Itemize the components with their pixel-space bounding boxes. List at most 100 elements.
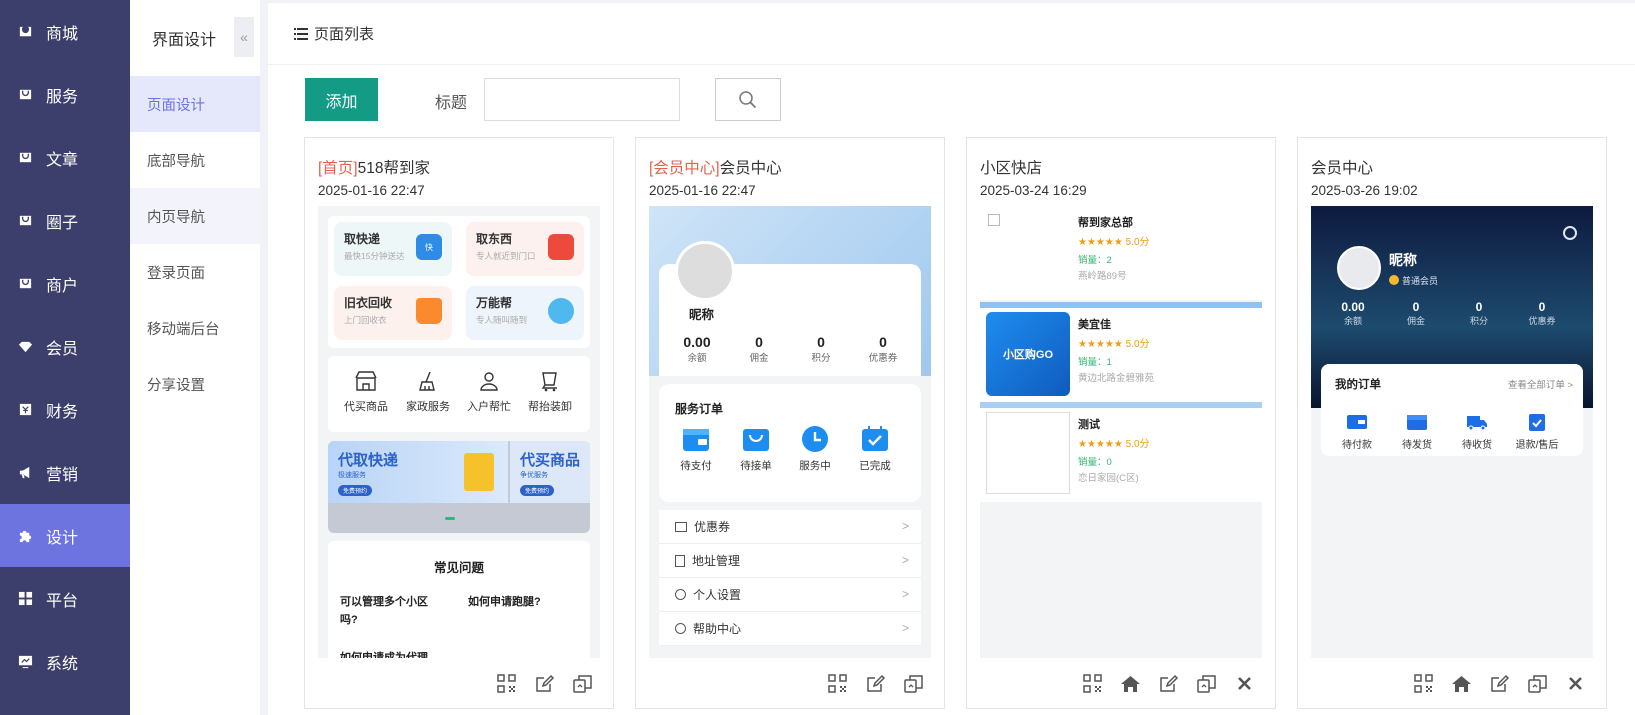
banner-btn: 免费预约 <box>338 485 373 496</box>
address-icon <box>675 554 685 567</box>
subnav-item-page-design[interactable]: 页面设计 <box>130 76 260 132</box>
sidebar-item-platform[interactable]: 平台 <box>0 567 130 630</box>
sidebar-item-label: 财务 <box>46 403 79 421</box>
edit-button[interactable] <box>865 673 886 694</box>
title-search-input[interactable] <box>484 78 680 121</box>
edit-button[interactable] <box>534 673 555 694</box>
avatar <box>675 241 735 301</box>
main-sidebar: 商城 服务 文章 圈子 商户 会员 财务 营销 设计 平台 系统 <box>0 0 130 715</box>
copy-button[interactable] <box>1527 673 1548 694</box>
banner-title: 代买商品 <box>520 452 581 469</box>
subnav-item-mobile-admin[interactable]: 移动端后台 <box>130 300 260 356</box>
edit-button[interactable] <box>1158 673 1179 694</box>
sidebar-item-store[interactable]: 商城 <box>0 0 130 63</box>
clipboard-check-icon <box>1529 414 1545 431</box>
search-button[interactable] <box>715 78 781 121</box>
edit-icon <box>867 674 886 692</box>
collapse-sidebar-button[interactable]: « <box>234 17 254 57</box>
sidebar-item-label: 平台 <box>46 592 79 610</box>
sidebar-item-system[interactable]: 系统 <box>0 630 130 693</box>
sidebar-item-service[interactable]: 服务 <box>0 63 130 126</box>
order-status: 待付款 <box>1331 412 1383 451</box>
clock-icon <box>802 426 828 452</box>
express-box-icon: 快 <box>416 234 442 260</box>
shirt-icon <box>416 298 442 324</box>
delete-button[interactable] <box>1234 673 1255 694</box>
promo-banner: 代取快递 极速服务 免费预约 代买商品 争优服务 免费预约 <box>328 441 590 533</box>
qrcode-button[interactable] <box>1413 673 1434 694</box>
qrcode-button[interactable] <box>827 673 848 694</box>
sidebar-item-label: 商城 <box>46 25 79 43</box>
banner-sub: 争优服务 <box>520 472 548 479</box>
copy-button[interactable] <box>1196 673 1217 694</box>
sidebar-item-marketing[interactable]: 营销 <box>0 441 130 504</box>
helper-home-icon <box>548 298 574 324</box>
sidebar-item-article[interactable]: 文章 <box>0 126 130 189</box>
orders-title: 我的订单 <box>1335 379 1381 391</box>
store-icon <box>19 26 32 37</box>
service-cell: 万能帮 专人随叫随到 <box>466 286 584 340</box>
chevron-right-icon: > <box>901 621 909 635</box>
qrcode-icon <box>828 674 847 693</box>
shop-item: 小区购GO 美宜佳 ★★★★★ 5.0分 销量：1 黄边北路金碧雅苑 <box>980 308 1262 402</box>
card-tag: [首页] <box>318 160 358 177</box>
subnav-item-login-page[interactable]: 登录页面 <box>130 244 260 300</box>
service-cell: 旧衣回收 上门回收衣 <box>334 286 452 340</box>
sidebar-item-label: 营销 <box>46 466 79 484</box>
banner-left: 代取快递 极速服务 免费预约 <box>328 441 508 503</box>
subnav-item-share-settings[interactable]: 分享设置 <box>130 356 260 412</box>
card-date: 2025-03-26 19:02 <box>1311 183 1418 198</box>
order-status: 服务中 <box>790 424 840 473</box>
edit-button[interactable] <box>1489 673 1510 694</box>
sidebar-item-circle[interactable]: 圈子 <box>0 189 130 252</box>
help-icon <box>675 623 686 634</box>
page-card-home: [首页]518帮到家 2025-01-16 22:47 取快递 最快15分钟送达快… <box>304 137 614 709</box>
faq-block: 常见问题 可以管理多个小区吗? 如何申请跑腿? 如何申请成为代理 <box>328 541 590 658</box>
quick-entry-bar: 代买商品 家政服务 入户帮忙 帮抬装卸 <box>328 356 590 432</box>
banner-dot <box>445 517 455 520</box>
chevron-right-icon: > <box>901 553 909 567</box>
card-date: 2025-01-16 22:47 <box>318 183 425 198</box>
edit-icon <box>536 674 555 692</box>
box-icon <box>1407 415 1427 430</box>
copy-button[interactable] <box>903 673 924 694</box>
subnav-item-bottom-nav[interactable]: 底部导航 <box>130 132 260 188</box>
qrcode-button[interactable] <box>1082 673 1103 694</box>
sidebar-item-design[interactable]: 设计 <box>0 504 130 567</box>
qrcode-button[interactable] <box>496 673 517 694</box>
set-home-button[interactable] <box>1451 673 1472 694</box>
shop-rating: ★★★★★ 5.0分 <box>1078 339 1150 350</box>
delete-button[interactable] <box>1565 673 1586 694</box>
copy-icon <box>904 675 923 693</box>
sidebar-item-finance[interactable]: 财务 <box>0 378 130 441</box>
banner-right: 代买商品 争优服务 免费预约 <box>510 441 590 503</box>
orders-title: 服务订单 <box>675 402 724 416</box>
shop-image-placeholder <box>986 412 1070 494</box>
menu-row-address: 地址管理 > <box>659 544 921 578</box>
copy-button[interactable] <box>572 673 593 694</box>
service-cell: 取快递 最快15分钟送达快 <box>334 222 452 276</box>
stat-item: 0 佣金 <box>1406 300 1425 326</box>
toolbar: 添加 标题 <box>268 77 1635 121</box>
design-subnav: 界面设计 « 页面设计 底部导航 内页导航 登录页面 移动端后台 分享设置 <box>130 0 260 715</box>
quick-entry: 家政服务 <box>398 370 458 414</box>
home-icon <box>1121 676 1140 692</box>
card-title: 会员中心 <box>1311 156 1373 178</box>
box-icon <box>464 453 494 491</box>
delete-icon <box>1569 677 1582 690</box>
sidebar-item-merchant[interactable]: 商户 <box>0 252 130 315</box>
shop-rating: ★★★★★ 5.0分 <box>1078 439 1150 450</box>
avatar <box>1337 246 1381 290</box>
page-preview: 昵称 0.00 余额 0 佣金 0 积分 0 优惠券 服务订单 待支付 待接单 服务中 … <box>649 206 931 658</box>
broom-icon <box>419 371 435 391</box>
menu-row-coupon: 优惠券 > <box>659 510 921 544</box>
sidebar-item-member[interactable]: 会员 <box>0 315 130 378</box>
add-page-button[interactable]: 添加 <box>305 78 378 121</box>
shop-rating: ★★★★★ 5.0分 <box>1078 237 1150 248</box>
subnav-item-inner-nav[interactable]: 内页导航 <box>130 188 260 244</box>
delete-icon <box>1238 677 1251 690</box>
search-icon <box>739 90 757 108</box>
shop-address: 恋日家园(C区) <box>1078 473 1139 484</box>
set-home-button[interactable] <box>1120 673 1141 694</box>
service-cell: 取东西 专人就近到门口 <box>466 222 584 276</box>
